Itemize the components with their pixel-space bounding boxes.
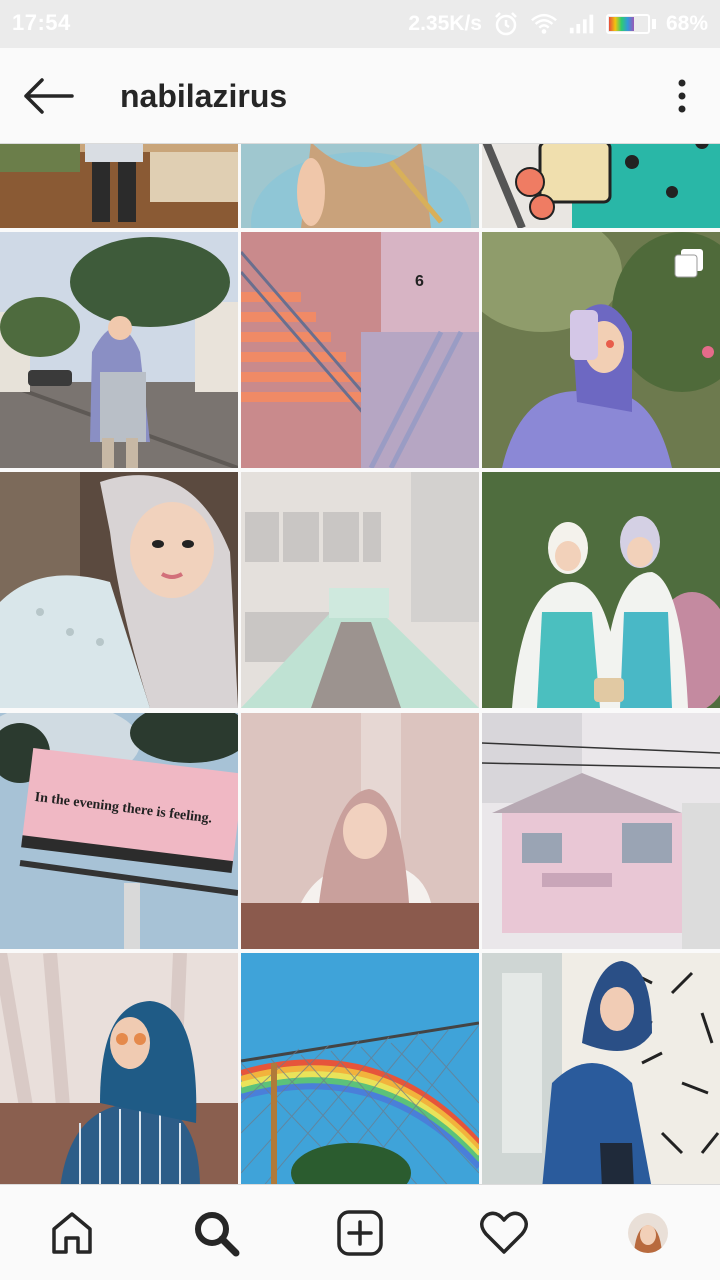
status-icons: 2.35K/s 68% [408, 10, 708, 38]
more-options-button[interactable] [664, 72, 700, 120]
profile-avatar [628, 1213, 668, 1253]
signal-icon [568, 11, 596, 37]
grid-photo[interactable] [241, 472, 479, 708]
search-icon [195, 1212, 240, 1257]
grid-photo[interactable]: In the evening there is feeling. [0, 713, 238, 949]
grid-photo[interactable]: 6 [241, 232, 479, 468]
apartment-number: 6 [415, 273, 424, 290]
battery-level [608, 17, 635, 31]
nav-activity[interactable] [476, 1205, 532, 1261]
heart-icon [480, 1211, 528, 1254]
status-bar: 17:54 2.35K/s 68% [0, 0, 720, 48]
grid-photo[interactable] [241, 953, 479, 1184]
nav-profile[interactable] [620, 1205, 676, 1261]
battery-percent: 68% [665, 12, 708, 35]
grid-photo[interactable] [241, 713, 479, 949]
nav-home[interactable] [44, 1205, 100, 1261]
profile-username: nabilazirus [120, 78, 288, 114]
home-icon [52, 1212, 92, 1254]
grid-photo[interactable] [482, 144, 720, 228]
grid-photo[interactable] [0, 953, 238, 1184]
grid-photo[interactable] [0, 232, 238, 468]
network-speed: 2.35K/s [408, 12, 482, 35]
battery-cap [651, 19, 656, 29]
grid-photo[interactable] [0, 144, 238, 228]
alarm-icon [492, 11, 520, 37]
grid-photo[interactable] [482, 953, 720, 1184]
back-button[interactable] [18, 72, 78, 120]
wifi-icon [530, 11, 558, 37]
back-arrow-icon [24, 78, 74, 114]
add-icon [337, 1210, 383, 1256]
grid-photo[interactable] [482, 232, 720, 468]
nav-search[interactable] [188, 1205, 244, 1261]
grid-photo[interactable] [482, 713, 720, 949]
grid-photo[interactable] [0, 472, 238, 708]
more-vertical-icon [678, 79, 686, 113]
battery-icon [605, 14, 650, 34]
photo-grid: 6 In the evening there is feeling. [0, 144, 720, 1184]
profile-header: nabilazirus [0, 48, 720, 144]
carousel-icon [674, 249, 703, 278]
bottom-navigation [0, 1184, 720, 1280]
status-time: 17:54 [12, 10, 71, 35]
nav-add[interactable] [332, 1205, 388, 1261]
grid-photo[interactable] [241, 144, 479, 228]
grid-photo[interactable] [482, 472, 720, 708]
